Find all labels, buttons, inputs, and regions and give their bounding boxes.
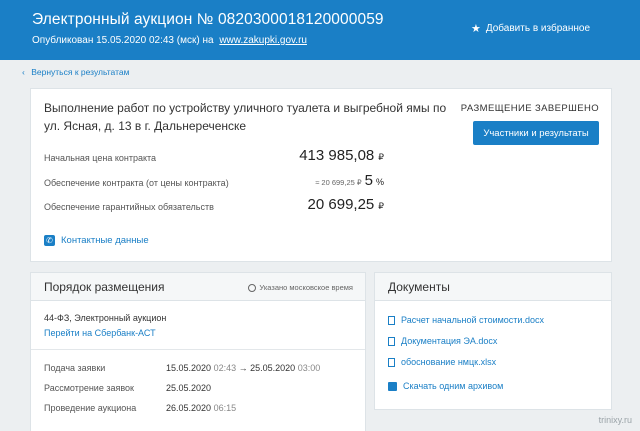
clock-icon [248,283,257,292]
placement-order-heading: Порядок размещения [44,280,165,294]
published-date: 15.05.2020 02:43 (мск) [96,35,200,46]
file-icon [388,336,395,346]
document-link[interactable]: Документация ЭА.docx [388,336,497,346]
contacts-link[interactable]: ✆ Контактные данные [44,235,149,246]
publication-info: Опубликован 15.05.2020 02:43 (мск) на ww… [32,35,307,46]
published-label: Опубликован [32,35,94,46]
law-type: 44-ФЗ, Электронный аукцион [44,313,167,323]
download-archive-link[interactable]: Скачать одним архивом [388,381,503,391]
back-label: Вернуться к результатам [31,67,130,77]
lot-title: Выполнение работ по устройству уличного … [44,101,447,133]
initial-price-row: Начальная цена контракта 413 985,08 ₽ [44,147,384,169]
add-to-favorites-button[interactable]: ★ Добавить в избранное [471,22,590,35]
participants-results-button[interactable]: Участники и результаты [473,121,599,145]
application-dates-row: Подача заявки 15.05.2020 02:43 → 25.05.2… [44,363,321,373]
published-on: на [202,35,214,46]
review-date-row: Рассмотрение заявок 25.05.2020 [44,383,212,393]
lot-card: Выполнение работ по устройству уличного … [30,88,612,262]
warranty-security-label: Обеспечение гарантийных обязательств [44,202,214,212]
documents-header: Документы [375,273,611,301]
initial-price-label: Начальная цена контракта [44,153,157,163]
moscow-time-note: Указано московское время [248,283,353,292]
placement-order-header: Порядок размещения Указано московское вр… [31,273,365,301]
page-header: Электронный аукцион № 082030001812000005… [0,0,640,60]
divider [31,349,365,350]
file-icon [388,357,395,367]
placement-order-card: Порядок размещения Указано московское вр… [30,272,366,431]
document-link[interactable]: обоснование нмцк.xlsx [388,357,496,367]
contract-security-label: Обеспечение контракта (от цены контракта… [44,178,229,188]
documents-heading: Документы [388,280,450,294]
page-title: Электронный аукцион № 082030001812000005… [32,11,384,28]
contract-security-row: Обеспечение контракта (от цены контракта… [44,172,384,194]
star-icon: ★ [470,23,481,35]
phone-icon: ✆ [44,235,55,246]
sberbank-ast-link[interactable]: Перейти на Сбербанк-АСТ [44,328,156,338]
warranty-security-row: Обеспечение гарантийных обязательств 20 … [44,196,384,218]
file-icon [388,315,395,325]
contacts-label: Контактные данные [61,235,149,246]
documents-card: Документы Расчет начальной стоимости.doc… [374,272,612,410]
document-link[interactable]: Расчет начальной стоимости.docx [388,315,544,325]
favorites-label: Добавить в избранное [485,23,590,34]
initial-price-value: 413 985,08 ₽ [299,147,384,164]
zakupki-link[interactable]: www.zakupki.gov.ru [219,35,307,46]
contract-security-value: ≈ 20 699,25 ₽5% [315,172,384,189]
archive-icon [388,381,397,391]
watermark: trinixy.ru [598,415,632,425]
auction-date-row: Проведение аукциона 26.05.2020 06:15 [44,403,237,413]
back-to-results-link[interactable]: ‹ Вернуться к результатам [22,67,129,77]
status-badge: РАЗМЕЩЕНИЕ ЗАВЕРШЕНО [460,103,599,114]
chevron-left-icon: ‹ [22,67,25,77]
warranty-security-value: 20 699,25 ₽ [307,196,384,213]
